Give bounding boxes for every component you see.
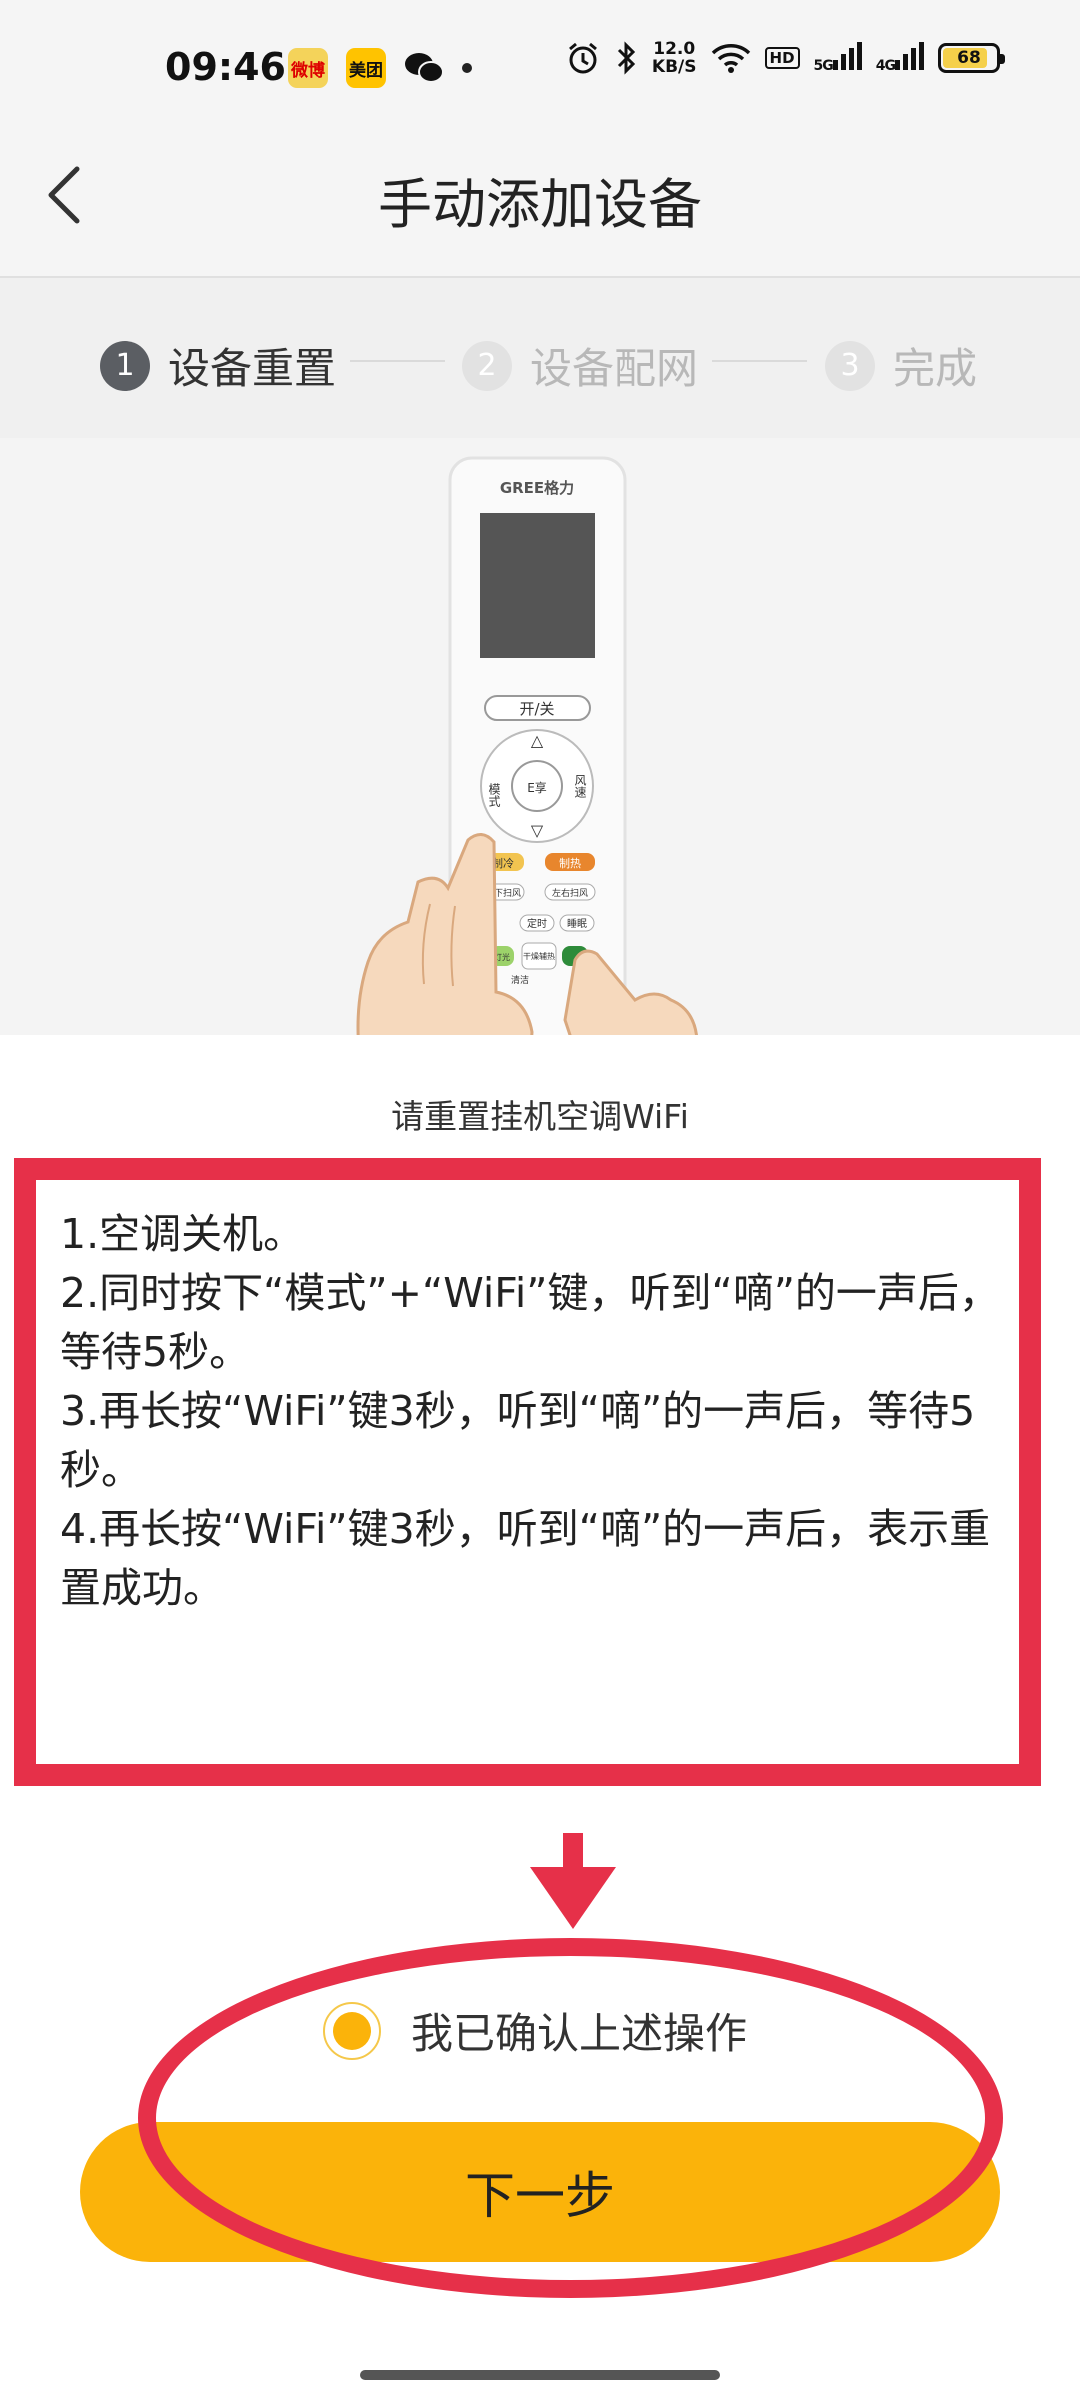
remote-brand: GREE格力 bbox=[500, 479, 574, 497]
system-icons: 12.0 KB/S HD 5G 4G 68 bbox=[566, 39, 1005, 77]
weibo-icon: 微博 bbox=[288, 48, 328, 88]
remote-clean-label: 清洁 bbox=[511, 974, 529, 986]
nav-bar: 手动添加设备 bbox=[0, 130, 1080, 278]
battery-icon: 68 bbox=[938, 43, 1005, 73]
remote-sleep-label: 睡眠 bbox=[567, 917, 587, 930]
wifi-icon bbox=[711, 44, 750, 73]
step-number: 1 bbox=[100, 340, 150, 391]
step-label: 设备重置 bbox=[168, 344, 337, 393]
stepper: 1 设备重置 2 设备配网 3 完成 bbox=[0, 278, 1080, 438]
remote-power-label: 开/关 bbox=[519, 700, 554, 718]
remote-up-arrow: △ bbox=[531, 731, 544, 750]
remote-down-arrow: ▽ bbox=[531, 821, 544, 840]
instruction-title: 请重置挂机空调WiFi bbox=[391, 1097, 689, 1136]
home-indicator[interactable] bbox=[360, 2370, 720, 2380]
step-label: 设备配网 bbox=[530, 344, 699, 393]
network-speed: 12.0 KB/S bbox=[651, 39, 697, 77]
remote-timer-label: 定时 bbox=[527, 917, 547, 930]
instruction-line: 2.同时按下“模式”+“WiFi”键，听到“嘀”的一声后，等待5秒。 bbox=[60, 1269, 1000, 1376]
meituan-icon: 美团 bbox=[346, 48, 386, 88]
remote-illustration: GREE格力 开/关 E享 △ ▽ 模式 风速 制冷 制热 上下扫风 左右扫风 … bbox=[0, 438, 1080, 1035]
remote-mode-label: 模式 bbox=[487, 783, 501, 807]
instruction-line: 1.空调关机。 bbox=[60, 1210, 305, 1258]
confirm-checkbox[interactable]: 我已确认上述操作 bbox=[323, 2000, 747, 2061]
instruction-line: 4.再长按“WiFi”键3秒，听到“嘀”的一声后，表示重置成功。 bbox=[60, 1505, 991, 1612]
remote-heat-label: 制热 bbox=[559, 857, 581, 870]
confirm-radio[interactable] bbox=[323, 2001, 381, 2060]
more-notifications-dot bbox=[462, 63, 472, 73]
annotation-arrow bbox=[530, 1833, 616, 1929]
step-number: 2 bbox=[462, 340, 512, 391]
remote-swing-lr-label: 左右扫风 bbox=[552, 887, 588, 899]
step-network: 2 设备配网 bbox=[462, 335, 698, 396]
remote-center-label: E享 bbox=[527, 780, 547, 795]
step-done: 3 完成 bbox=[825, 335, 977, 396]
wechat-icon bbox=[404, 48, 444, 88]
step-connector bbox=[712, 360, 807, 362]
step-connector bbox=[350, 360, 445, 362]
remote-fan-label: 风速 bbox=[573, 774, 587, 798]
signal-4g-icon: 4G bbox=[876, 40, 924, 76]
notification-icons: 微博 美团 bbox=[288, 48, 472, 88]
next-button[interactable]: 下一步 bbox=[80, 2122, 1000, 2262]
signal-5g-icon: 5G bbox=[814, 40, 862, 76]
step-number: 3 bbox=[825, 340, 875, 391]
step-label: 完成 bbox=[893, 344, 978, 393]
step-reset: 1 设备重置 bbox=[100, 335, 336, 396]
instruction-line: 3.再长按“WiFi”键3秒，听到“嘀”的一声后，等待5秒。 bbox=[60, 1387, 976, 1494]
status-time: 09:46 bbox=[165, 45, 286, 89]
alarm-icon bbox=[568, 42, 597, 74]
hd-volte-icon: HD bbox=[764, 47, 800, 69]
confirm-label: 我已确认上述操作 bbox=[411, 2009, 748, 2058]
status-bar: 09:46 微博 美团 12.0 KB/S HD 5G 4G 68 bbox=[0, 0, 1080, 130]
battery-level: 68 bbox=[957, 48, 981, 68]
remote-dry-label: 干燥辅热 bbox=[523, 951, 555, 961]
bluetooth-icon bbox=[617, 41, 636, 75]
page-title: 手动添加设备 bbox=[378, 173, 702, 236]
reset-instructions: 1.空调关机。 2.同时按下“模式”+“WiFi”键，听到“嘀”的一声后，等待5… bbox=[60, 1205, 1030, 1618]
